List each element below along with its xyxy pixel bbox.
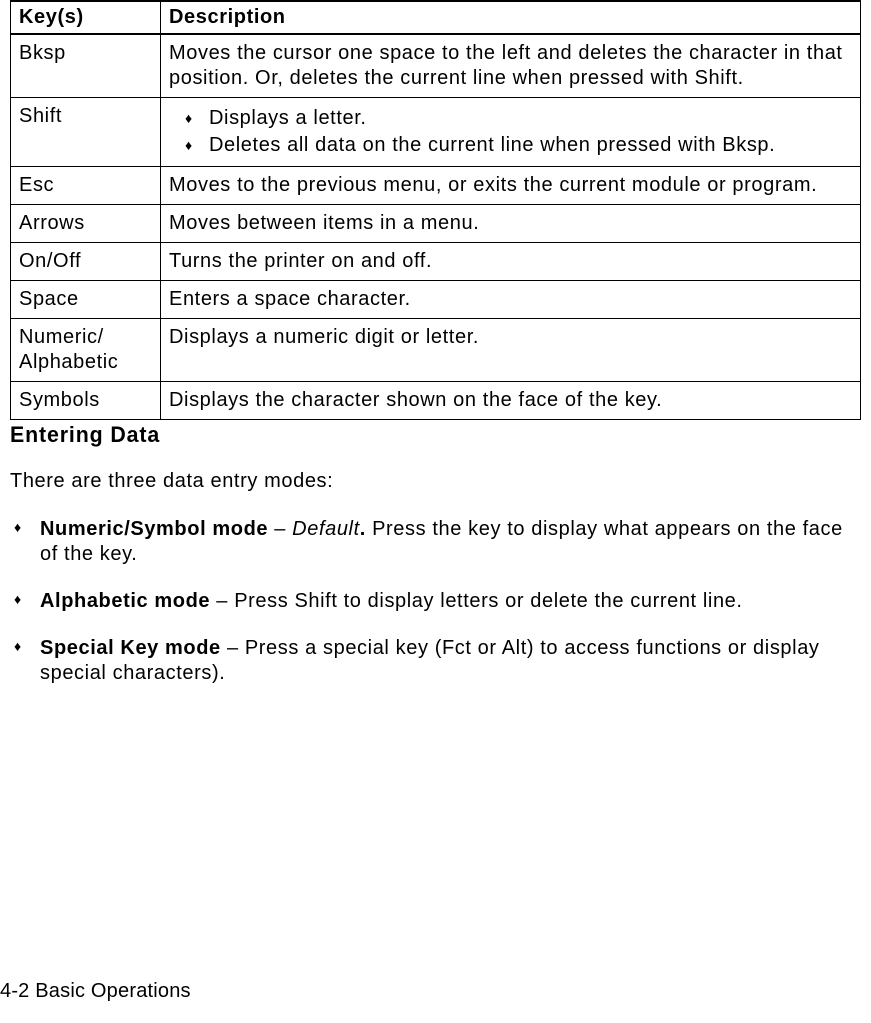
table-row: Shift Displays a letter. Deletes all dat… <box>11 98 861 167</box>
table-row: Esc Moves to the previous menu, or exits… <box>11 167 861 205</box>
key-cell: Symbols <box>11 382 161 420</box>
key-cell: Bksp <box>11 34 161 98</box>
section-heading-entering-data: Entering Data <box>10 422 835 448</box>
desc-cell: Turns the printer on and off. <box>161 243 861 281</box>
table-row: Space Enters a space character. <box>11 281 861 319</box>
desc-cell: Enters a space character. <box>161 281 861 319</box>
table-row: Arrows Moves between items in a menu. <box>11 205 861 243</box>
key-cell: Arrows <box>11 205 161 243</box>
separator: – <box>268 518 292 540</box>
lead-paragraph: There are three data entry modes: <box>10 470 861 493</box>
key-cell: Numeric/ Alphabetic <box>11 319 161 382</box>
desc-cell: Moves between items in a menu. <box>161 205 861 243</box>
column-header-key: Key(s) <box>11 1 161 34</box>
table-header-row: Key(s) Description <box>11 1 861 34</box>
list-item: Displays a letter. <box>189 106 852 131</box>
desc-cell: Moves to the previous menu, or exits the… <box>161 167 861 205</box>
table-row: Bksp Moves the cursor one space to the l… <box>11 34 861 98</box>
mode-item-numeric-symbol: Numeric/Symbol mode – Default. Press the… <box>40 517 857 567</box>
desc-cell: Displays the character shown on the face… <box>161 382 861 420</box>
mode-name: Numeric/Symbol mode <box>40 518 268 540</box>
key-cell: Space <box>11 281 161 319</box>
key-cell: Esc <box>11 167 161 205</box>
table-row: Numeric/ Alphabetic Displays a numeric d… <box>11 319 861 382</box>
shift-sub-list: Displays a letter. Deletes all data on t… <box>169 106 852 158</box>
separator: – <box>221 637 245 659</box>
table-row: Symbols Displays the character shown on … <box>11 382 861 420</box>
mode-default-label: Default <box>292 518 360 540</box>
page-footer: 4-2 Basic Operations <box>0 980 191 1003</box>
table-row: On/Off Turns the printer on and off. <box>11 243 861 281</box>
mode-name: Alphabetic mode <box>40 590 210 612</box>
column-header-description: Description <box>161 1 861 34</box>
key-line-2: Alphabetic <box>19 351 118 373</box>
keys-table: Key(s) Description Bksp Moves the cursor… <box>10 0 861 420</box>
list-item: Deletes all data on the current line whe… <box>189 133 852 158</box>
document-page: Key(s) Description Bksp Moves the cursor… <box>0 0 871 1023</box>
modes-list: Numeric/Symbol mode – Default. Press the… <box>10 517 861 686</box>
key-line-1: Numeric/ <box>19 326 104 348</box>
separator: – <box>210 590 234 612</box>
mode-rest: Press Shift to display letters or delete… <box>234 590 742 612</box>
desc-cell: Displays a numeric digit or letter. <box>161 319 861 382</box>
desc-cell: Displays a letter. Deletes all data on t… <box>161 98 861 167</box>
mode-name: Special Key mode <box>40 637 221 659</box>
mode-item-special-key: Special Key mode – Press a special key (… <box>40 636 857 686</box>
desc-cell: Moves the cursor one space to the left a… <box>161 34 861 98</box>
key-cell: On/Off <box>11 243 161 281</box>
key-cell: Shift <box>11 98 161 167</box>
mode-item-alphabetic: Alphabetic mode – Press Shift to display… <box>40 589 857 614</box>
